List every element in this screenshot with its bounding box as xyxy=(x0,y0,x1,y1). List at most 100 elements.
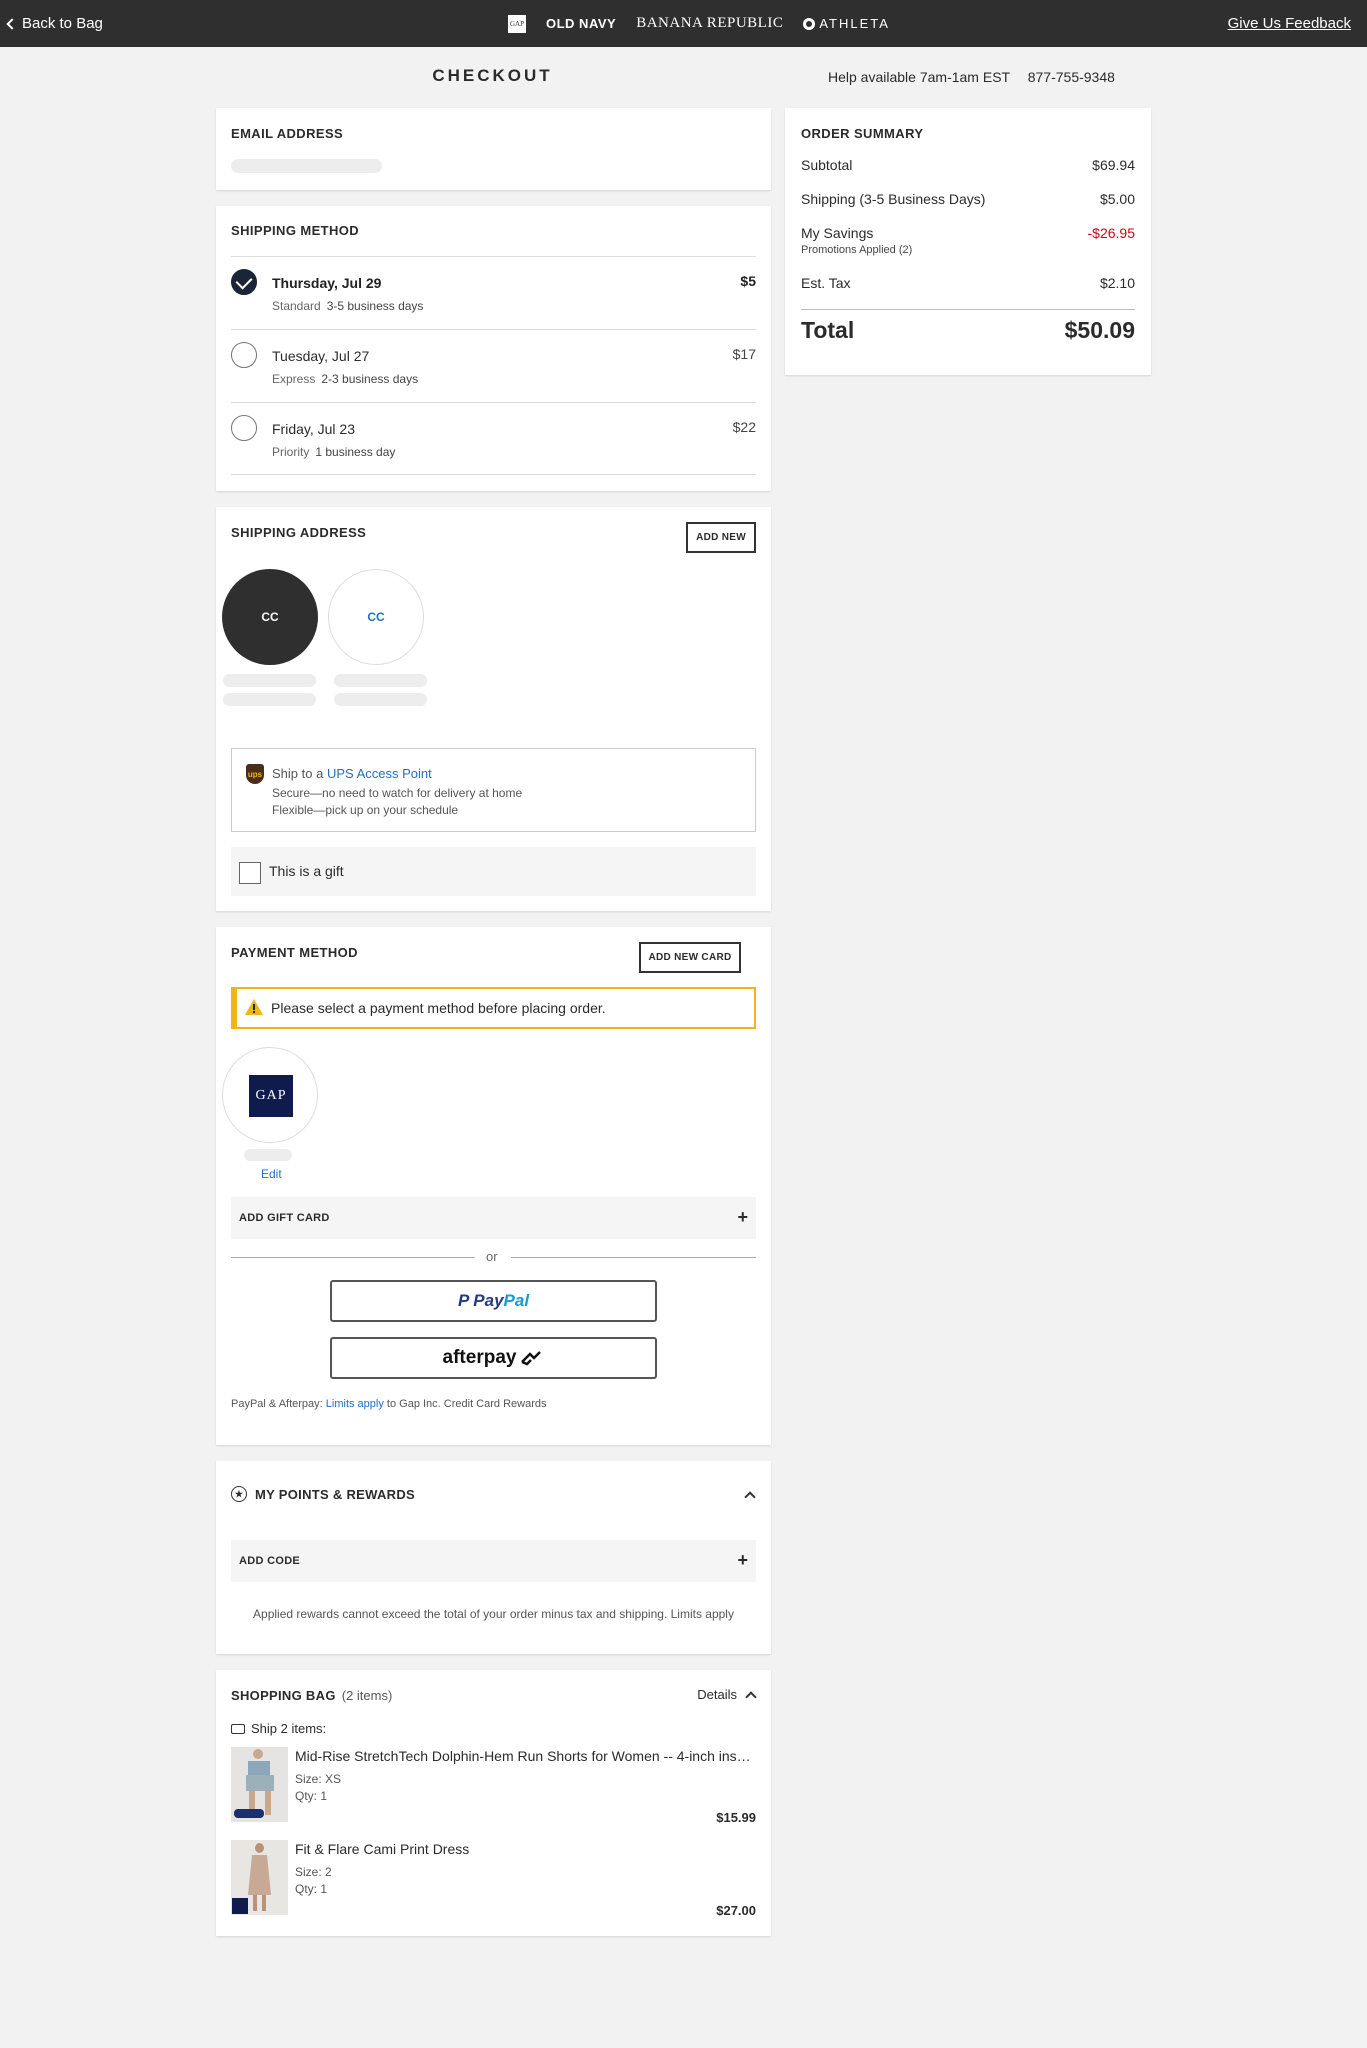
chevron-up-icon xyxy=(745,1690,757,1703)
chevron-up-icon[interactable] xyxy=(744,1491,756,1503)
gift-label: This is a gift xyxy=(269,863,344,879)
truck-icon xyxy=(231,1723,245,1734)
afterpay-button[interactable]: afterpay xyxy=(330,1337,657,1379)
edit-card-link[interactable]: Edit xyxy=(261,1167,282,1181)
top-bar: Back to Bag GAP OLD NAVY BANANA REPUBLIC… xyxy=(0,0,1367,47)
bag-item: Fit & Flare Cami Print Dress Size: 2 Qty… xyxy=(231,1840,756,1920)
shipping-address-title: SHIPPING ADDRESS xyxy=(231,525,367,540)
add-gift-card-toggle[interactable]: ADD GIFT CARD + xyxy=(231,1197,756,1239)
radio-icon[interactable] xyxy=(231,342,257,368)
summary-divider xyxy=(801,309,1135,310)
note-suffix: to Gap Inc. Credit Card Rewards xyxy=(386,1398,547,1410)
paypal-button[interactable]: P PayPal xyxy=(330,1280,657,1322)
page-title: CHECKOUT xyxy=(432,66,553,85)
back-to-bag-link[interactable]: Back to Bag xyxy=(6,0,103,47)
subtotal-row: Subtotal $69.94 xyxy=(801,157,1135,173)
afterpay-arrows-icon xyxy=(521,1351,542,1366)
order-summary: ORDER SUMMARY Subtotal $69.94 Shipping (… xyxy=(785,108,1151,375)
limits-apply-link[interactable]: Limits apply xyxy=(326,1398,384,1410)
product-image[interactable] xyxy=(231,1747,288,1822)
plus-icon: + xyxy=(737,1550,748,1570)
star-icon: ★ xyxy=(231,1486,247,1502)
payment-warning: Please select a payment method before pl… xyxy=(231,987,756,1029)
address-placeholder xyxy=(223,693,316,706)
radio-checked-icon[interactable] xyxy=(231,269,257,295)
rewards-note: Applied rewards cannot exceed the total … xyxy=(253,1607,734,1621)
ship-items-text: Ship 2 items: xyxy=(251,1721,327,1736)
help-phone[interactable]: 877-755-9348 xyxy=(1028,69,1115,85)
paypal-label-pal: Pal xyxy=(503,1291,530,1310)
promotions-applied: Promotions Applied (2) xyxy=(801,244,913,256)
gift-checkbox[interactable] xyxy=(239,862,261,884)
email-title: EMAIL ADDRESS xyxy=(231,126,344,141)
ups-prefix: Ship to a xyxy=(272,766,324,781)
gift-option[interactable]: This is a gift xyxy=(231,847,756,896)
total-label: Total xyxy=(801,317,855,343)
athleta-icon xyxy=(803,17,816,30)
product-name[interactable]: Fit & Flare Cami Print Dress xyxy=(295,1841,756,1857)
shipping-detail: Standard 3-5 business days xyxy=(272,299,423,313)
total-value: $50.09 xyxy=(1064,317,1135,343)
product-name[interactable]: Mid-Rise StretchTech Dolphin-Hem Run Sho… xyxy=(295,1748,756,1764)
gap-logo[interactable]: GAP xyxy=(508,14,526,33)
old-navy-logo[interactable]: OLD NAVY xyxy=(546,16,616,31)
product-size: Size: XS xyxy=(295,1772,342,1786)
ups-access-point-link[interactable]: UPS Access Point xyxy=(327,766,432,781)
details-toggle[interactable]: Details xyxy=(697,1687,757,1703)
payment-method-section: PAYMENT METHOD ADD NEW CARD Please selec… xyxy=(216,927,771,1445)
brand-bar: GAP OLD NAVY BANANA REPUBLIC ATHLETA xyxy=(508,0,890,47)
athleta-label: ATHLETA xyxy=(819,16,890,31)
shipping-date: Thursday, Jul 29 xyxy=(272,275,382,291)
savings-value: -$26.95 xyxy=(1087,225,1135,241)
afterpay-label: afterpay xyxy=(442,1347,517,1368)
back-label: Back to Bag xyxy=(22,15,103,32)
radio-icon[interactable] xyxy=(231,415,257,441)
tax-label: Est. Tax xyxy=(801,275,851,291)
email-section: EMAIL ADDRESS xyxy=(216,108,771,190)
shipping-detail: Priority 1 business day xyxy=(272,445,395,459)
shipping-option-priority[interactable]: Friday, Jul 23 Priority 1 business day $2… xyxy=(231,402,756,475)
rewards-title: MY POINTS & REWARDS xyxy=(255,1486,416,1502)
shipping-type: Express xyxy=(272,372,316,386)
help-info: Help available 7am-1am EST 877-755-9348 xyxy=(828,69,1115,85)
shipping-option-express[interactable]: Tuesday, Jul 27 Express 2-3 business days… xyxy=(231,329,756,402)
total-row: Total $50.09 xyxy=(801,317,1135,344)
payment-note: PayPal & Afterpay: Limits apply to Gap I… xyxy=(231,1398,547,1410)
add-code-toggle[interactable]: ADD CODE + xyxy=(231,1540,756,1582)
address-avatar-selected[interactable]: CC xyxy=(222,569,318,665)
saved-card-gap[interactable]: GAP xyxy=(222,1047,318,1143)
add-gift-card-label: ADD GIFT CARD xyxy=(239,1212,330,1224)
athleta-logo[interactable]: ATHLETA xyxy=(803,16,890,31)
subtotal-value: $69.94 xyxy=(1092,157,1135,173)
paypal-icon: P xyxy=(457,1291,470,1310)
rewards-header[interactable]: ★ MY POINTS & REWARDS xyxy=(231,1486,415,1502)
banana-republic-logo[interactable]: BANANA REPUBLIC xyxy=(636,15,783,32)
paypal-label-pay: Pay xyxy=(473,1291,504,1310)
details-label: Details xyxy=(697,1687,737,1702)
shipping-address-section: SHIPPING ADDRESS ADD NEW CC CC ups Ship … xyxy=(216,507,771,911)
order-summary-title: ORDER SUMMARY xyxy=(801,126,924,141)
shipping-option-standard[interactable]: Thursday, Jul 29 Standard 3-5 business da… xyxy=(231,256,756,329)
give-feedback-link[interactable]: Give Us Feedback xyxy=(1228,0,1351,47)
shipping-type: Priority xyxy=(272,445,310,459)
shipping-label: Shipping (3-5 Business Days) xyxy=(801,191,986,207)
or-label: or xyxy=(486,1249,498,1264)
address-avatar[interactable]: CC xyxy=(328,569,424,665)
payment-method-title: PAYMENT METHOD xyxy=(231,945,358,960)
add-address-button[interactable]: ADD NEW xyxy=(686,522,756,553)
divider-line xyxy=(231,1257,475,1258)
add-new-card-button[interactable]: ADD NEW CARD xyxy=(639,942,741,973)
tax-value: $2.10 xyxy=(1099,275,1135,291)
product-image[interactable] xyxy=(231,1840,288,1915)
product-qty: Qty: 1 xyxy=(295,1882,328,1896)
shipping-duration: 2-3 business days xyxy=(321,372,419,386)
product-size: Size: 2 xyxy=(295,1865,332,1879)
email-placeholder xyxy=(231,159,382,173)
shopping-bag-section: SHOPPING BAG (2 items) Details Ship 2 ite… xyxy=(216,1670,771,1936)
ship-items-label: Ship 2 items: xyxy=(231,1721,326,1736)
product-price: $15.99 xyxy=(716,1810,756,1825)
shipping-detail: Express 2-3 business days xyxy=(272,372,418,386)
ups-benefit-flexible: Flexible—pick up on your schedule xyxy=(272,803,459,817)
tax-row: Est. Tax $2.10 xyxy=(801,275,1135,291)
ups-access-point-box[interactable]: ups Ship to a UPS Access Point Secure—no… xyxy=(231,748,756,832)
